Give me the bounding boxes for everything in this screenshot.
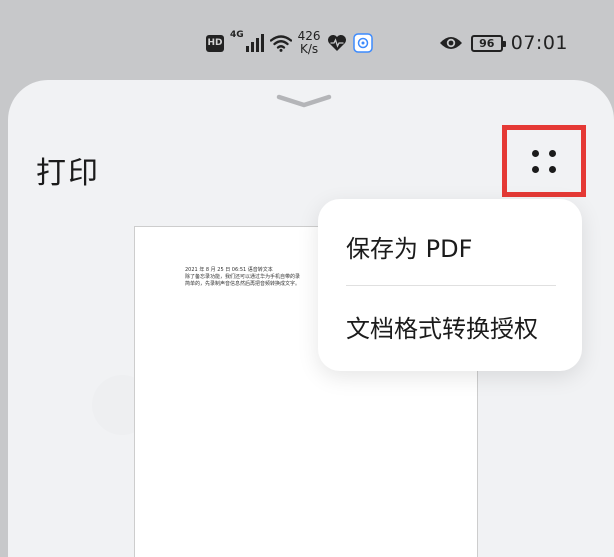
hd-badge: HD xyxy=(206,34,224,52)
network-speed-unit: K/s xyxy=(300,42,319,56)
eye-icon xyxy=(439,37,462,49)
network-speed: 426 K/s xyxy=(298,30,321,56)
more-options-button[interactable] xyxy=(502,125,586,197)
menu-item-format-conversion-license[interactable]: 文档格式转换授权 xyxy=(346,309,538,344)
network-type: 4G xyxy=(230,30,244,40)
page-title: 打印 xyxy=(36,156,100,191)
chevron-down-icon[interactable] xyxy=(275,92,333,110)
menu-item-save-as-pdf[interactable]: 保存为 PDF xyxy=(346,229,472,264)
status-left-group: HD 4G 426 K/s xyxy=(206,27,373,59)
preview-line: 简单的，先录制声音信息然后再把音频转换成文字。 xyxy=(185,281,301,287)
status-bar: HD 4G 426 K/s 96 07:01 xyxy=(0,0,614,82)
preview-line: 2021 年 8 月 25 日 06:51 语音转文本 xyxy=(185,267,273,273)
battery-level: 96 xyxy=(479,36,495,50)
menu-divider xyxy=(346,285,556,286)
more-dots-icon xyxy=(532,149,556,173)
heart-icon xyxy=(327,35,346,51)
app-icon xyxy=(352,33,373,53)
preview-text: 2021 年 8 月 25 日 06:51 语音转文本 除了备忘录功能，我们还可… xyxy=(185,267,330,288)
battery-icon: 96 xyxy=(470,34,506,52)
clock: 07:01 xyxy=(510,32,568,54)
options-popup-menu: 保存为 PDF 文档格式转换授权 xyxy=(318,199,582,371)
signal-icon xyxy=(245,34,264,52)
status-right-group: 96 07:01 xyxy=(439,30,568,56)
wifi-icon xyxy=(269,35,292,52)
preview-line: 除了备忘录功能，我们还可以通过华为手机自带的录 xyxy=(185,274,301,280)
